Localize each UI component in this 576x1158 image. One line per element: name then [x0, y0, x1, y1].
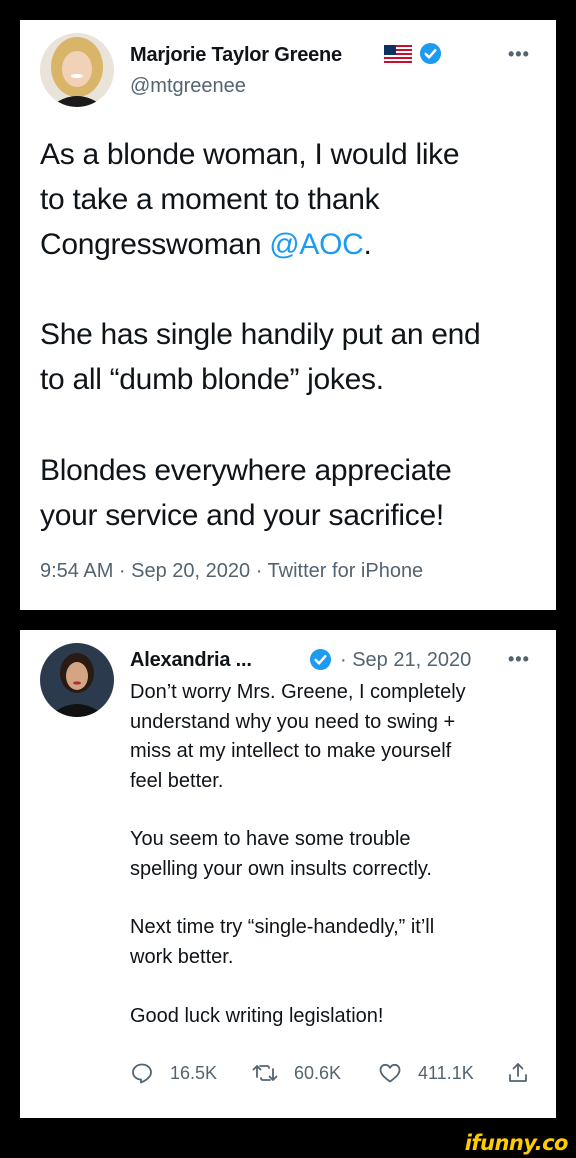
tweet-text-paragraph-4: Good luck writing legislation! — [130, 1002, 540, 1032]
tweet-date[interactable]: · Sep 21, 2020 — [340, 649, 471, 672]
share-button[interactable] — [506, 1058, 546, 1088]
verified-badge-icon — [419, 42, 442, 65]
verified-badge-icon — [309, 648, 332, 671]
text-line: Next time try “single-handedly,” it’ll — [130, 916, 435, 938]
tweet-text-paragraph-3: Next time try “single-handedly,” it’ll w… — [130, 913, 540, 972]
author-name[interactable]: Alexandria ... — [130, 649, 252, 672]
text-line: understand why you need to swing + — [130, 710, 456, 733]
reply-icon — [132, 1063, 152, 1084]
text-line: Congresswoman — [40, 228, 270, 261]
more-options-button[interactable]: ••• — [508, 649, 530, 670]
share-icon — [509, 1063, 527, 1082]
text-line: to take a moment to thank — [40, 183, 380, 216]
tweet-card-aoc: Alexandria ... · Sep 21, 2020 ••• Don’t … — [20, 630, 556, 1118]
tweet-text-paragraph-1: As a blonde woman, I would like to take … — [40, 132, 545, 267]
author-handle[interactable]: @mtgreenee — [130, 75, 246, 98]
author-name[interactable]: Marjorie Taylor Greene — [130, 44, 342, 67]
text-line: Good luck writing legislation! — [130, 1005, 384, 1027]
text-line: As a blonde woman, I would like — [40, 138, 460, 171]
text-line: feel better. — [130, 769, 224, 792]
us-flag-icon — [384, 45, 412, 63]
tweet-text-paragraph-2: She has single handily put an end to all… — [40, 312, 545, 402]
retweet-button[interactable]: 60.6K — [252, 1058, 341, 1088]
reply-button[interactable]: 16.5K — [130, 1058, 217, 1088]
tweet-text-paragraph-3: Blondes everywhere appreciate your servi… — [40, 448, 545, 538]
text-line: spelling your own insults correctly. — [130, 857, 432, 880]
avatar-aoc[interactable] — [40, 643, 114, 717]
like-count: 411.1K — [418, 1062, 474, 1083]
tweet-card-mtg: Marjorie Taylor Greene ••• @mtgreenee As… — [20, 20, 556, 610]
reply-count: 16.5K — [170, 1062, 218, 1083]
text-line: miss at my intellect to make yourself — [130, 740, 452, 762]
more-options-button[interactable]: ••• — [508, 44, 530, 65]
mention-link-aoc[interactable]: @AOC — [269, 228, 364, 261]
text-line: your service and your sacrifice! — [40, 499, 444, 532]
heart-icon — [379, 1063, 401, 1083]
text-line: You seem to have some trouble — [130, 828, 411, 850]
tweet-text-paragraph-1: Don’t worry Mrs. Greene, I completely un… — [130, 678, 540, 796]
retweet-count: 60.6K — [294, 1062, 342, 1083]
like-button[interactable]: 411.1K — [378, 1058, 474, 1088]
text-line: to all “dumb blonde” jokes. — [40, 363, 384, 396]
text-line: Blondes everywhere appreciate — [40, 454, 452, 487]
ifunny-watermark: ifunny.co — [464, 1131, 569, 1155]
avatar-mtg[interactable] — [40, 33, 114, 107]
text-line: work better. — [130, 945, 234, 968]
text-line: Don’t worry Mrs. Greene, I completely — [130, 681, 466, 703]
tweet-text-paragraph-2: You seem to have some trouble spelling y… — [130, 825, 540, 884]
tweet-timestamp[interactable]: 9:54 AM · Sep 20, 2020 · Twitter for iPh… — [40, 560, 423, 583]
text-line: She has single handily put an end — [40, 318, 481, 351]
text-line: . — [363, 228, 372, 261]
retweet-icon — [252, 1065, 278, 1081]
